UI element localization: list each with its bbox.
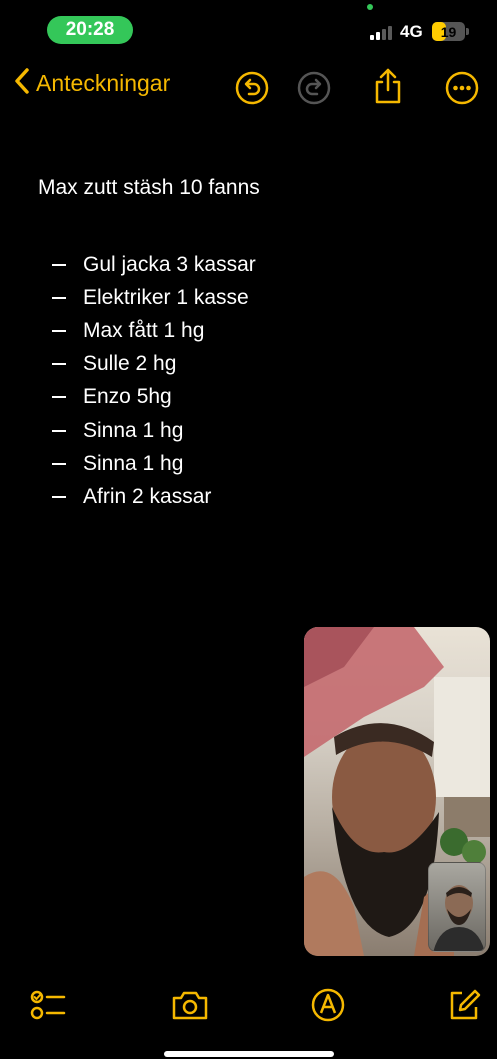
list-item[interactable]: Sinna 1 hg	[38, 447, 458, 480]
note-title[interactable]: Max zutt stäsh 10 fanns	[38, 174, 458, 202]
battery-icon: 19	[432, 22, 465, 41]
note-list: Gul jacka 3 kassar Elektriker 1 kasse Ma…	[38, 248, 458, 514]
dash-bullet	[52, 429, 66, 432]
home-indicator[interactable]	[164, 1051, 334, 1057]
list-item[interactable]: Sulle 2 hg	[38, 348, 458, 381]
dash-bullet	[52, 363, 66, 366]
battery-level: 19	[440, 23, 457, 40]
list-item[interactable]: Sinna 1 hg	[38, 414, 458, 447]
back-button[interactable]: Anteckningar	[14, 68, 170, 99]
network-type: 4G	[400, 22, 423, 41]
list-item-text: Sinna 1 hg	[83, 451, 184, 475]
markup-icon[interactable]	[308, 985, 348, 1025]
chevron-left-icon	[14, 68, 30, 99]
share-icon[interactable]	[370, 66, 406, 104]
undo-icon[interactable]	[234, 70, 270, 106]
note-body[interactable]: Max zutt stäsh 10 fanns Gul jacka 3 kass…	[38, 174, 458, 514]
signal-strength-icon	[370, 24, 396, 40]
dash-bullet	[52, 263, 66, 266]
list-item-text: Sinna 1 hg	[83, 418, 184, 442]
dash-bullet	[52, 296, 66, 299]
list-item[interactable]: Elektriker 1 kasse	[38, 281, 458, 314]
dash-bullet	[52, 329, 66, 332]
redo-icon[interactable]	[296, 70, 332, 106]
more-icon[interactable]	[444, 70, 480, 106]
camera-icon[interactable]	[170, 985, 210, 1025]
back-label: Anteckningar	[36, 70, 171, 96]
list-item-text: Max fått 1 hg	[83, 318, 205, 342]
facetime-pip-window[interactable]	[304, 627, 490, 956]
nav-bar: Anteckningar	[0, 60, 497, 116]
list-item[interactable]: Afrin 2 kassar	[38, 480, 458, 513]
status-time[interactable]: 20:28	[47, 16, 133, 44]
battery-tip	[466, 28, 469, 35]
camera-indicator-icon	[367, 4, 373, 10]
list-item-text: Sulle 2 hg	[83, 352, 177, 376]
list-item-text: Enzo 5hg	[83, 385, 172, 409]
list-item-text: Elektriker 1 kasse	[83, 285, 249, 309]
dash-bullet	[52, 495, 66, 498]
status-bar: 20:28 4G 19	[0, 0, 497, 46]
checklist-icon[interactable]	[28, 985, 68, 1025]
list-item[interactable]: Enzo 5hg	[38, 381, 458, 414]
compose-icon[interactable]	[444, 985, 484, 1025]
list-item-text: Gul jacka 3 kassar	[83, 252, 256, 276]
list-item[interactable]: Gul jacka 3 kassar	[38, 248, 458, 281]
self-view-video[interactable]	[428, 862, 486, 952]
dash-bullet	[52, 396, 66, 399]
list-item-text: Afrin 2 kassar	[83, 484, 212, 508]
bottom-toolbar	[0, 975, 497, 1035]
dash-bullet	[52, 462, 66, 465]
list-item[interactable]: Max fått 1 hg	[38, 314, 458, 347]
